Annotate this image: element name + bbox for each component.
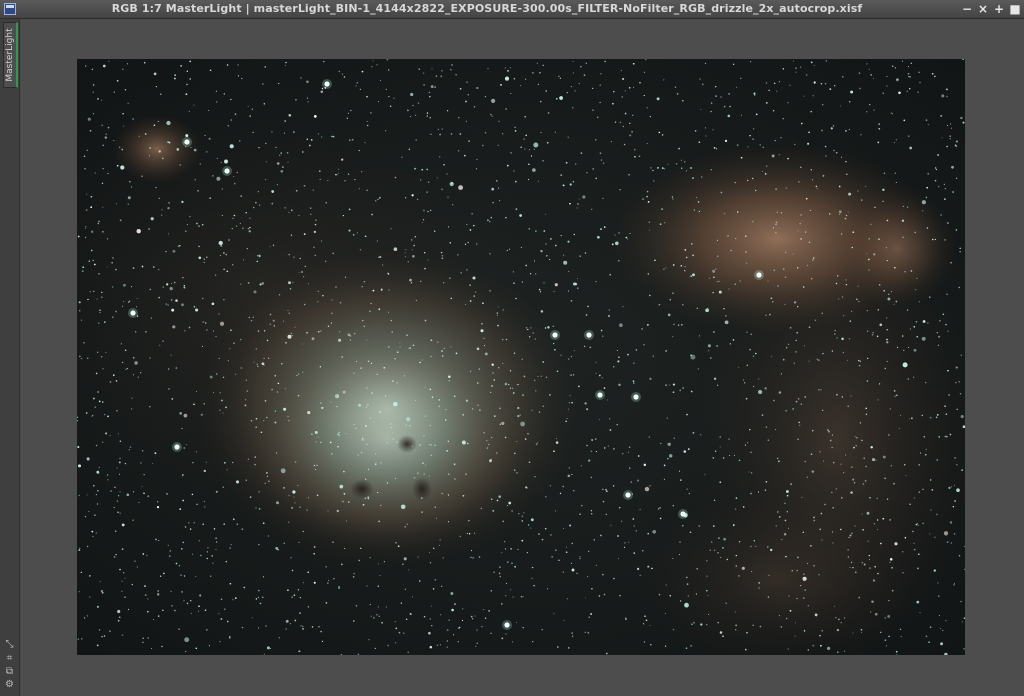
- astro-image-canvas: [77, 59, 965, 655]
- image-window: RGB 1:7 MasterLight | masterLight_BIN-1_…: [0, 0, 1024, 696]
- minimize-button[interactable]: −: [960, 2, 974, 16]
- shade-button[interactable]: ×: [976, 2, 990, 16]
- tab-masterlight-label: MasterLight: [5, 28, 15, 82]
- settings-icon[interactable]: ⚙: [4, 679, 15, 690]
- window-icon[interactable]: [4, 3, 16, 15]
- close-button[interactable]: ■: [1008, 2, 1022, 16]
- maximize-button[interactable]: +: [992, 2, 1006, 16]
- title-bar[interactable]: RGB 1:7 MasterLight | masterLight_BIN-1_…: [0, 0, 1024, 19]
- left-sidebar: MasterLight ⤡ ⌗ ⧉ ⚙: [0, 19, 20, 696]
- copy-icon[interactable]: ⧉: [4, 666, 15, 677]
- tab-masterlight[interactable]: MasterLight: [3, 22, 18, 88]
- arrows-icon[interactable]: ⤡: [4, 639, 15, 650]
- grid-icon[interactable]: ⌗: [4, 653, 15, 664]
- window-title: RGB 1:7 MasterLight | masterLight_BIN-1_…: [111, 2, 863, 15]
- image-workspace[interactable]: [21, 20, 1024, 696]
- astro-image[interactable]: [77, 59, 965, 655]
